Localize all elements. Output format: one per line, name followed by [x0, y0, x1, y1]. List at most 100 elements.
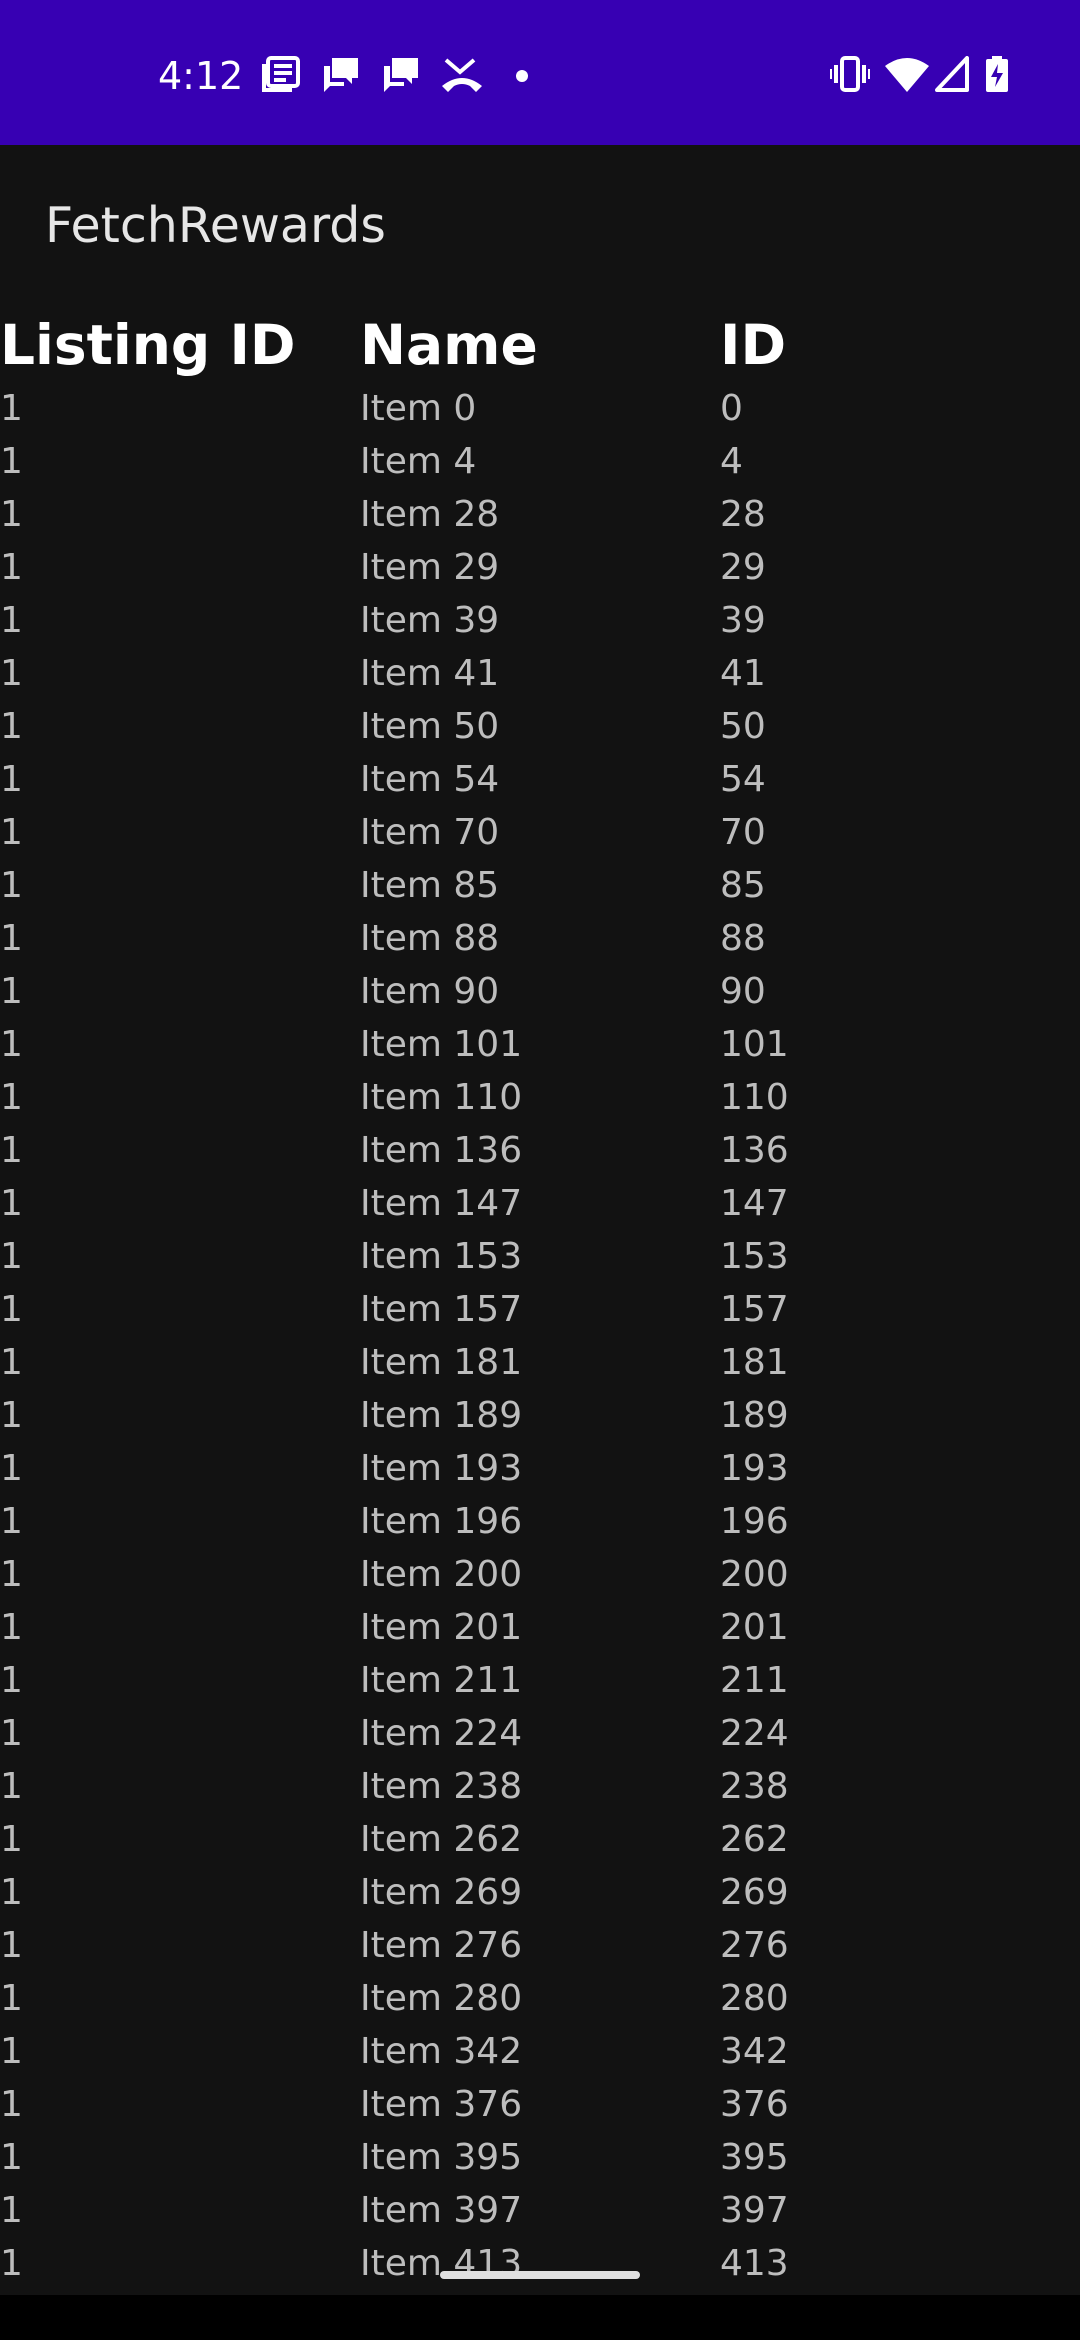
- cell-name: Item 201: [360, 1607, 523, 1648]
- table-row: 1 Item 88 88: [0, 912, 1080, 965]
- table-row: 1 Item 153 153: [0, 1230, 1080, 1283]
- cell-listing-id: 1: [0, 2137, 23, 2178]
- app-title: FetchRewards: [45, 197, 386, 254]
- table-row: 1 Item 70 70: [0, 806, 1080, 859]
- cell-id: 238: [720, 1766, 789, 1807]
- cell-id: 28: [720, 494, 766, 535]
- cell-id: 88: [720, 918, 766, 959]
- cell-name: Item 50: [360, 706, 500, 747]
- table-row: 1 Item 276 276: [0, 1919, 1080, 1972]
- dot-icon: [515, 68, 529, 87]
- table-row: 1 Item 189 189: [0, 1389, 1080, 1442]
- cell-id: 0: [720, 388, 743, 429]
- cell-id: 181: [720, 1342, 789, 1383]
- cell-id: 200: [720, 1554, 789, 1595]
- cell-listing-id: 1: [0, 441, 23, 482]
- cell-name: Item 413: [360, 2243, 523, 2284]
- cell-id: 201: [720, 1607, 789, 1648]
- cell-name: Item 395: [360, 2137, 523, 2178]
- cell-listing-id: 1: [0, 1766, 23, 1807]
- cell-id: 280: [720, 1978, 789, 2019]
- cell-name: Item 110: [360, 1077, 523, 1118]
- cell-id: 85: [720, 865, 766, 906]
- table-row: 1 Item 157 157: [0, 1283, 1080, 1336]
- header-listing-id: Listing ID: [0, 313, 296, 377]
- cell-listing-id: 1: [0, 1554, 23, 1595]
- table-row: 1 Item 39 39: [0, 594, 1080, 647]
- cell-name: Item 269: [360, 1872, 523, 1913]
- chat-icon: [322, 56, 360, 96]
- cell-name: Item 200: [360, 1554, 523, 1595]
- cell-name: Item 153: [360, 1236, 523, 1277]
- cell-listing-id: 1: [0, 653, 23, 694]
- cell-name: Item 181: [360, 1342, 523, 1383]
- cell-name: Item 29: [360, 547, 500, 588]
- table-row: 1 Item 90 90: [0, 965, 1080, 1018]
- cell-name: Item 397: [360, 2190, 523, 2231]
- cell-id: 90: [720, 971, 766, 1012]
- cell-id: 196: [720, 1501, 789, 1542]
- cell-listing-id: 1: [0, 388, 23, 429]
- cell-listing-id: 1: [0, 2190, 23, 2231]
- cell-listing-id: 1: [0, 1077, 23, 1118]
- cell-name: Item 4: [360, 441, 477, 482]
- cell-name: Item 54: [360, 759, 500, 800]
- cell-id: 376: [720, 2084, 789, 2125]
- cell-listing-id: 1: [0, 600, 23, 641]
- table-row: 1 Item 4 4: [0, 435, 1080, 488]
- cell-name: Item 147: [360, 1183, 523, 1224]
- cell-listing-id: 1: [0, 1501, 23, 1542]
- table-row: 1 Item 196 196: [0, 1495, 1080, 1548]
- cell-name: Item 280: [360, 1978, 523, 2019]
- table-row: 1 Item 376 376: [0, 2078, 1080, 2131]
- cell-id: 41: [720, 653, 766, 694]
- home-gesture-handle[interactable]: [440, 2271, 640, 2279]
- cell-name: Item 101: [360, 1024, 523, 1065]
- cell-name: Item 136: [360, 1130, 523, 1171]
- cell-name: Item 28: [360, 494, 500, 535]
- cell-id: 136: [720, 1130, 789, 1171]
- cell-name: Item 85: [360, 865, 500, 906]
- cell-name: Item 224: [360, 1713, 523, 1754]
- cell-name: Item 39: [360, 600, 500, 641]
- cell-listing-id: 1: [0, 1342, 23, 1383]
- table-row: 1 Item 342 342: [0, 2025, 1080, 2078]
- cell-listing-id: 1: [0, 2031, 23, 2072]
- header-name: Name: [360, 313, 538, 377]
- cell-listing-id: 1: [0, 494, 23, 535]
- status-bar: 4:12: [0, 0, 1080, 145]
- table-row: 1 Item 238 238: [0, 1760, 1080, 1813]
- battery-charging-icon: [985, 56, 1009, 96]
- cell-listing-id: 1: [0, 759, 23, 800]
- cell-id: 157: [720, 1289, 789, 1330]
- cell-listing-id: 1: [0, 1289, 23, 1330]
- cell-id: 54: [720, 759, 766, 800]
- signal-icon: [935, 56, 969, 96]
- cell-name: Item 211: [360, 1660, 523, 1701]
- cell-id: 193: [720, 1448, 789, 1489]
- cell-name: Item 276: [360, 1925, 523, 1966]
- cell-id: 413: [720, 2243, 789, 2284]
- cell-name: Item 196: [360, 1501, 523, 1542]
- cell-id: 262: [720, 1819, 789, 1860]
- items-list[interactable]: 1 Item 0 0 1 Item 4 4 1 Item 28 28 1 Item 29 29 1 Ite…: [0, 382, 1080, 2290]
- cell-listing-id: 1: [0, 1395, 23, 1436]
- cell-id: 50: [720, 706, 766, 747]
- cell-id: 39: [720, 600, 766, 641]
- cell-name: Item 238: [360, 1766, 523, 1807]
- cell-name: Item 70: [360, 812, 500, 853]
- cell-id: 189: [720, 1395, 789, 1436]
- cell-listing-id: 1: [0, 1183, 23, 1224]
- cell-id: 269: [720, 1872, 789, 1913]
- table-row: 1 Item 201 201: [0, 1601, 1080, 1654]
- table-row: 1 Item 181 181: [0, 1336, 1080, 1389]
- cell-id: 395: [720, 2137, 789, 2178]
- cell-name: Item 342: [360, 2031, 523, 2072]
- cell-listing-id: 1: [0, 2243, 23, 2284]
- table-row: 1 Item 211 211: [0, 1654, 1080, 1707]
- cell-listing-id: 1: [0, 547, 23, 588]
- cell-name: Item 90: [360, 971, 500, 1012]
- cell-id: 397: [720, 2190, 789, 2231]
- cell-id: 29: [720, 547, 766, 588]
- table-row: 1 Item 101 101: [0, 1018, 1080, 1071]
